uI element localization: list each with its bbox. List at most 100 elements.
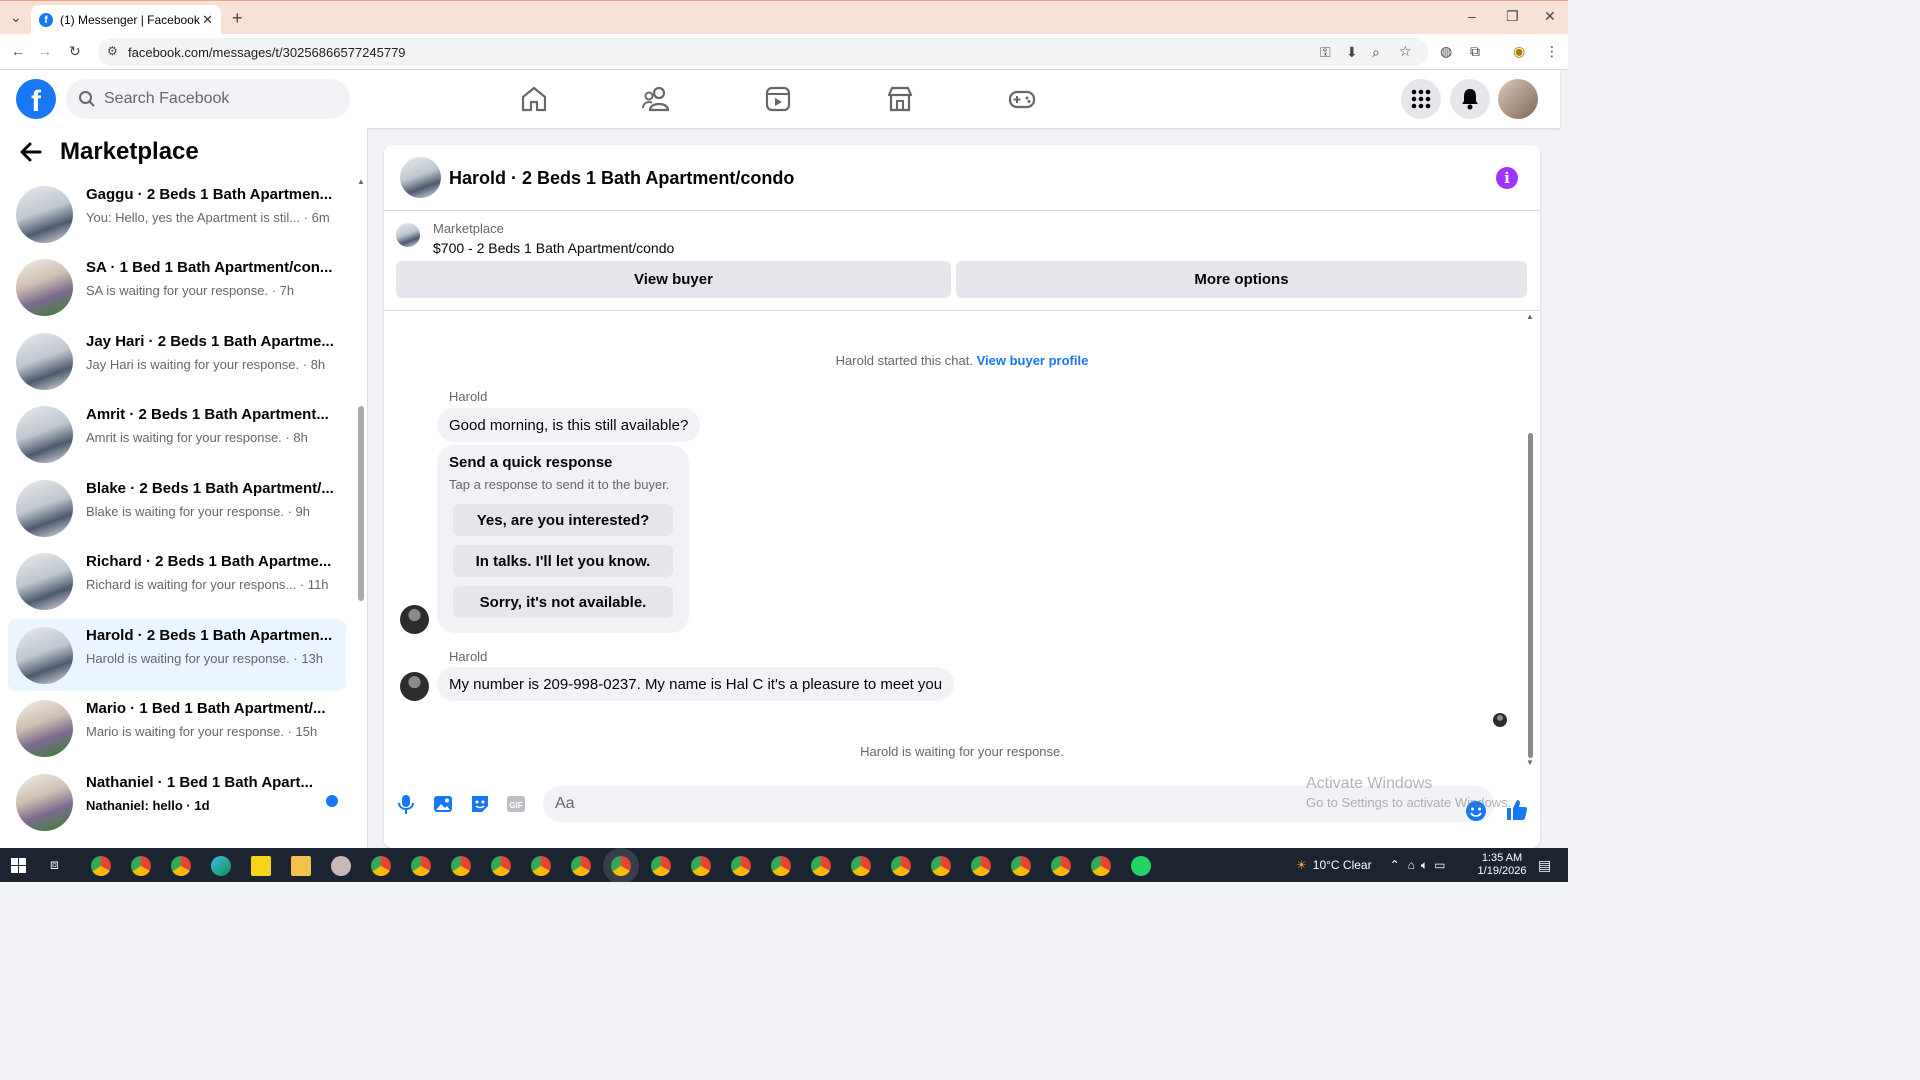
- minimize-icon[interactable]: –: [1468, 9, 1476, 23]
- chrome-taskbar-icon[interactable]: [451, 856, 471, 876]
- video-icon[interactable]: [763, 84, 793, 114]
- close-window-icon[interactable]: ✕: [1544, 9, 1556, 23]
- conversation-item[interactable]: Gaggu · 2 Beds 1 Bath Apartmen... You: H…: [8, 178, 346, 250]
- conversation-item[interactable]: Amrit · 2 Beds 1 Bath Apartment... Amrit…: [8, 398, 346, 470]
- zoom-icon[interactable]: ⌕: [1372, 45, 1380, 59]
- edge-taskbar-icon[interactable]: [211, 856, 231, 876]
- task-view-icon[interactable]: ⧈: [50, 857, 59, 871]
- close-tab-icon[interactable]: ✕: [202, 12, 213, 28]
- buyer-avatar[interactable]: [400, 605, 429, 634]
- quick-response-button[interactable]: In talks. I'll let you know.: [453, 545, 673, 577]
- whatsapp-taskbar-icon[interactable]: [1131, 856, 1151, 876]
- friends-icon[interactable]: [641, 84, 671, 114]
- view-buyer-profile-link[interactable]: View buyer profile: [977, 353, 1089, 368]
- chrome-taskbar-icon[interactable]: [771, 856, 791, 876]
- chrome-taskbar-icon[interactable]: [1011, 856, 1031, 876]
- sticky-notes-taskbar-icon[interactable]: [251, 856, 271, 876]
- conversation-item[interactable]: Blake · 2 Beds 1 Bath Apartment/... Blak…: [8, 472, 346, 544]
- listing-thumbnail[interactable]: [400, 157, 441, 198]
- scroll-up-icon[interactable]: ▲: [1526, 313, 1534, 321]
- chrome-taskbar-icon[interactable]: [931, 856, 951, 876]
- chrome-menu-icon[interactable]: ⋮: [1545, 44, 1559, 58]
- network-icon[interactable]: ⌂: [1408, 858, 1415, 872]
- taskbar-clock[interactable]: 1:35 AM 1/19/2026: [1474, 852, 1530, 878]
- weather-icon: ☀: [1296, 858, 1307, 872]
- chrome-taskbar-icon[interactable]: [131, 856, 151, 876]
- bookmark-star-icon[interactable]: ☆: [1399, 44, 1412, 58]
- notification-center-icon[interactable]: ▤: [1538, 858, 1551, 872]
- restore-icon[interactable]: ❐: [1506, 9, 1519, 23]
- url-text: facebook.com/messages/t/3025686657724577…: [128, 44, 406, 60]
- app-taskbar-icon[interactable]: [331, 856, 351, 876]
- back-icon[interactable]: ←: [11, 44, 25, 58]
- extensions-icon[interactable]: ⧉: [1470, 44, 1480, 58]
- scroll-up-icon[interactable]: ▲: [357, 178, 365, 186]
- conversation-item[interactable]: SA · 1 Bed 1 Bath Apartment/con... SA is…: [8, 251, 346, 323]
- more-options-button[interactable]: More options: [956, 261, 1527, 298]
- info-icon[interactable]: i: [1496, 167, 1518, 189]
- conversation-item[interactable]: Richard · 2 Beds 1 Bath Apartme... Richa…: [8, 545, 346, 617]
- notifications-button[interactable]: [1450, 79, 1490, 119]
- site-info-icon[interactable]: ⚙: [107, 45, 118, 57]
- tab-list-icon[interactable]: ⌄: [10, 10, 22, 24]
- view-buyer-button[interactable]: View buyer: [396, 261, 951, 298]
- password-key-icon[interactable]: ⚿: [1320, 45, 1331, 59]
- chrome-taskbar-icon[interactable]: [811, 856, 831, 876]
- chrome-taskbar-icon[interactable]: [1091, 856, 1111, 876]
- quick-response-button[interactable]: Sorry, it's not available.: [453, 586, 673, 618]
- microphone-icon[interactable]: [395, 793, 417, 815]
- chrome-taskbar-icon[interactable]: [491, 856, 511, 876]
- search-box[interactable]: Search Facebook: [66, 79, 350, 119]
- chrome-taskbar-icon[interactable]: [731, 856, 751, 876]
- account-avatar[interactable]: [1498, 79, 1538, 119]
- facebook-logo-icon[interactable]: f: [16, 79, 56, 119]
- browser-tab[interactable]: f (1) Messenger | Facebook ✕: [31, 5, 221, 35]
- address-bar[interactable]: ⚙ facebook.com/messages/t/30256866577245…: [98, 38, 1428, 66]
- conversation-item[interactable]: Nathaniel · 1 Bed 1 Bath Apart... Nathan…: [8, 766, 346, 838]
- gif-icon[interactable]: GIF: [505, 793, 527, 815]
- chrome-taskbar-icon[interactable]: [891, 856, 911, 876]
- chrome-taskbar-icon[interactable]: [691, 856, 711, 876]
- scroll-down-icon[interactable]: ▼: [1526, 759, 1534, 767]
- new-tab-icon[interactable]: +: [232, 9, 243, 27]
- gaming-icon[interactable]: [1007, 84, 1037, 114]
- marketplace-icon[interactable]: [885, 84, 915, 114]
- profile-icon[interactable]: ◉: [1513, 44, 1525, 58]
- file-explorer-taskbar-icon[interactable]: [291, 856, 311, 876]
- tray-arrow-icon[interactable]: ⌃: [1390, 858, 1400, 872]
- chrome-taskbar-icon-active[interactable]: [611, 856, 631, 876]
- sticker-icon[interactable]: [469, 793, 491, 815]
- conversation-name: Blake · 2 Beds 1 Bath Apartment/...: [86, 480, 334, 497]
- display-icon[interactable]: ▭: [1434, 858, 1445, 872]
- buyer-avatar[interactable]: [400, 672, 429, 701]
- install-app-icon[interactable]: ⬇: [1346, 45, 1358, 59]
- conversation-item[interactable]: Jay Hari · 2 Beds 1 Bath Apartme... Jay …: [8, 325, 346, 397]
- chrome-taskbar-icon[interactable]: [531, 856, 551, 876]
- photo-icon[interactable]: [432, 793, 454, 815]
- forward-icon[interactable]: →: [38, 44, 52, 58]
- chat-scrollbar[interactable]: [1528, 433, 1533, 758]
- chrome-taskbar-icon[interactable]: [971, 856, 991, 876]
- back-arrow-icon[interactable]: [20, 142, 42, 162]
- quick-response-button[interactable]: Yes, are you interested?: [453, 504, 673, 536]
- windows-start-icon[interactable]: [11, 858, 26, 873]
- chrome-taskbar-icon[interactable]: [411, 856, 431, 876]
- volume-icon[interactable]: 🔈︎: [1421, 858, 1428, 873]
- weather-text[interactable]: 10°C Clear: [1313, 858, 1372, 872]
- menu-grid-button[interactable]: [1401, 79, 1441, 119]
- chrome-taskbar-icon[interactable]: [651, 856, 671, 876]
- chrome-taskbar-icon[interactable]: [171, 856, 191, 876]
- chat-title[interactable]: Harold · 2 Beds 1 Bath Apartment/condo: [449, 168, 794, 189]
- chrome-taskbar-icon[interactable]: [1051, 856, 1071, 876]
- conversation-item[interactable]: Mario · 1 Bed 1 Bath Apartment/... Mario…: [8, 692, 346, 764]
- conversation-item-active[interactable]: Harold · 2 Beds 1 Bath Apartmen... Harol…: [8, 619, 346, 691]
- home-icon[interactable]: [519, 84, 549, 114]
- waiting-notice: Harold is waiting for your response.: [860, 744, 1064, 759]
- chrome-taskbar-icon[interactable]: [571, 856, 591, 876]
- chrome-taskbar-icon[interactable]: [851, 856, 871, 876]
- translate-icon[interactable]: ◍: [1440, 44, 1452, 58]
- chrome-taskbar-icon[interactable]: [91, 856, 111, 876]
- chrome-taskbar-icon[interactable]: [371, 856, 391, 876]
- reload-icon[interactable]: ↻: [69, 44, 81, 58]
- sidebar-scrollbar[interactable]: [358, 406, 364, 601]
